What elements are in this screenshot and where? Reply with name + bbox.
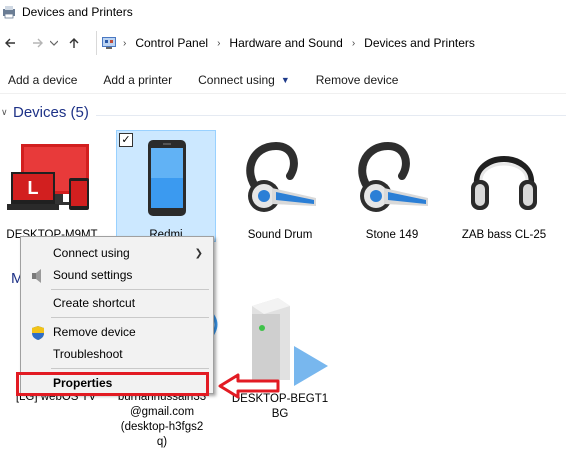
menu-item-label: Connect using [53, 246, 130, 260]
svg-text:L: L [28, 178, 39, 198]
shield-icon [32, 326, 44, 340]
device-tile-zab-bass[interactable]: ZAB bass CL-25 [454, 130, 554, 242]
back-arrow-icon[interactable] [0, 33, 20, 53]
headphones-icon [471, 156, 537, 210]
up-arrow-icon[interactable] [64, 33, 84, 53]
recent-dropdown-icon[interactable] [48, 33, 60, 53]
phone-icon [148, 140, 186, 216]
speaker-icon [32, 269, 41, 283]
menu-separator [51, 317, 209, 318]
breadcrumb: › Control Panel › Hardware and Sound › D… [96, 31, 478, 55]
menu-item-label: Troubleshoot [53, 347, 123, 361]
breadcrumb-hardware-and-sound[interactable]: Hardware and Sound [226, 36, 345, 50]
menu-item-label: Remove device [53, 325, 136, 339]
command-bar: Add a device Add a printer Connect using… [0, 66, 566, 94]
title-bar: Devices and Printers [0, 0, 566, 24]
device-tile-redmi[interactable]: ✓ Redmi [116, 130, 216, 242]
device-caption: @gmail.com [129, 406, 195, 418]
breadcrumb-separator-icon[interactable]: › [117, 38, 132, 49]
menu-item-sound-settings[interactable]: Sound settings [21, 265, 213, 285]
menu-item-connect-using[interactable]: Connect using ❯ [21, 243, 213, 263]
device-caption: Sound Drum [247, 229, 313, 241]
menu-item-label: Sound settings [53, 268, 133, 282]
menu-separator [51, 368, 209, 369]
breadcrumb-control-panel[interactable]: Control Panel [132, 36, 211, 50]
menu-item-label: Create shortcut [53, 296, 136, 310]
add-device-button[interactable]: Add a device [0, 73, 85, 87]
device-tile-desktop[interactable]: L DESKTOP-M9MT [2, 130, 102, 242]
breadcrumb-separator-icon[interactable]: › [211, 38, 226, 49]
device-tile-sound-drum[interactable]: Sound Drum [230, 130, 330, 242]
chevron-right-icon: ❯ [194, 247, 203, 259]
breadcrumb-separator-icon[interactable]: › [346, 38, 361, 49]
device-tile-stone-149[interactable]: Stone 149 [342, 130, 442, 242]
menu-item-remove-device[interactable]: Remove device [21, 322, 213, 342]
media-tile-desktop-begt1bg[interactable]: DESKTOP-BEGT1 BG [230, 296, 330, 426]
connect-using-button[interactable]: Connect using ▼ [190, 73, 298, 87]
computer-icon: L [7, 144, 89, 210]
add-printer-button[interactable]: Add a printer [95, 73, 180, 87]
menu-item-create-shortcut[interactable]: Create shortcut [21, 293, 213, 313]
headset-icon [358, 142, 428, 212]
annotation-highlight-box [16, 372, 209, 396]
breadcrumb-devices-and-printers[interactable]: Devices and Printers [361, 36, 478, 50]
device-caption: q) [156, 436, 168, 448]
chevron-down-icon: ∨ [1, 107, 8, 117]
device-caption: BG [271, 408, 289, 420]
group-divider [96, 115, 566, 116]
chevron-down-icon: ▼ [280, 74, 290, 85]
device-caption: (desktop-h3fgs2 [120, 421, 204, 433]
menu-separator [51, 289, 209, 290]
connect-using-label: Connect using [198, 72, 275, 87]
context-menu: Connect using ❯ Sound settings Create sh… [20, 236, 214, 394]
devices-group-label: Devices (5) [13, 104, 89, 121]
devices-printers-icon [3, 6, 15, 19]
annotation-arrow-icon [218, 373, 280, 399]
headset-icon [246, 142, 316, 212]
selection-checkbox[interactable]: ✓ [119, 133, 133, 147]
device-caption: Stone 149 [365, 229, 419, 241]
forward-arrow-icon[interactable] [28, 33, 48, 53]
window-title: Devices and Printers [22, 5, 133, 19]
remove-device-button[interactable]: Remove device [308, 73, 407, 87]
devices-group-header[interactable]: ∨ Devices (5) [0, 104, 89, 121]
control-panel-icon [102, 37, 116, 49]
address-bar: › Control Panel › Hardware and Sound › D… [0, 30, 566, 56]
device-caption: ZAB bass CL-25 [461, 229, 547, 241]
menu-item-troubleshoot[interactable]: Troubleshoot [21, 344, 213, 364]
